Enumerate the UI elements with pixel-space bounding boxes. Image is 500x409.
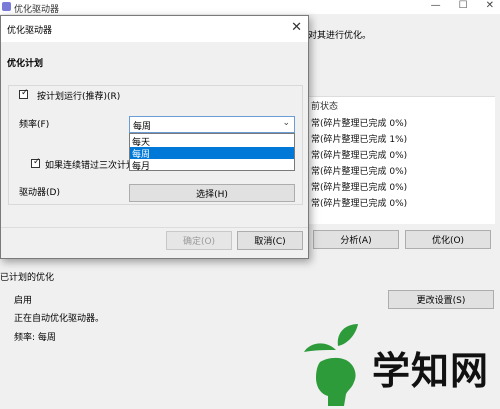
frequency-option-daily[interactable]: 每天 bbox=[130, 135, 294, 148]
frequency-options-list[interactable]: 每天 每周 每月 bbox=[129, 133, 295, 172]
check-icon: ✓ bbox=[33, 157, 41, 167]
cancel-button[interactable]: 取消(C) bbox=[237, 231, 303, 250]
chevron-down-icon[interactable]: ⌄ bbox=[282, 118, 290, 128]
optimize-schedule-dialog: 优化驱动器 ✕ 优化计划 ✓ 按计划运行(推荐)(R) 频率(F) 每周 ⌄ 每… bbox=[0, 15, 309, 259]
check-icon: ✓ bbox=[21, 88, 29, 98]
dialog-titlebar: 优化驱动器 ✕ bbox=[1, 16, 308, 42]
window-description: 对其进行优化。 bbox=[308, 31, 372, 41]
scheduled-section-label: 已计划的优化 bbox=[0, 273, 55, 283]
close-icon[interactable]: ✕ bbox=[486, 0, 494, 14]
choose-drives-button[interactable]: 选择(H) bbox=[129, 184, 295, 202]
frequency-select[interactable]: 每周 ⌄ bbox=[129, 116, 295, 133]
minimize-icon[interactable]: — bbox=[431, 0, 441, 14]
column-header-status[interactable]: 前状态 bbox=[311, 99, 338, 112]
app-icon bbox=[2, 2, 11, 11]
dialog-title: 优化驱动器 bbox=[7, 26, 53, 36]
scheduled-status: 启用 bbox=[14, 296, 33, 306]
frequency-option-monthly[interactable]: 每月 bbox=[130, 159, 294, 172]
change-settings-button[interactable]: 更改设置(S) bbox=[388, 290, 494, 309]
frequency-select-value: 每周 bbox=[133, 122, 152, 132]
drive-row[interactable]: 常(碎片整理已完成 0%) bbox=[311, 148, 407, 161]
frequency-label: 频率(F) bbox=[19, 120, 50, 130]
drive-row[interactable]: 常(碎片整理已完成 0%) bbox=[311, 180, 407, 193]
drive-row[interactable]: 常(碎片整理已完成 0%) bbox=[311, 116, 407, 129]
analyze-button[interactable]: 分析(A) bbox=[313, 230, 399, 249]
drive-row[interactable]: 常(碎片整理已完成 0%) bbox=[311, 196, 407, 209]
bg-titlebar: 优化驱动器 — ☐ ✕ bbox=[0, 0, 500, 15]
notify-missed-checkbox[interactable]: ✓ bbox=[31, 157, 41, 168]
scheduled-description: 正在自动优化驱动器。 bbox=[14, 314, 105, 324]
run-on-schedule-checkbox[interactable]: ✓ bbox=[19, 88, 29, 99]
maximize-icon[interactable]: ☐ bbox=[459, 0, 468, 14]
scheduled-frequency: 频率: 每周 bbox=[14, 333, 56, 343]
ok-button[interactable]: 确定(O) bbox=[166, 231, 232, 250]
notify-missed-label[interactable]: 如果连续错过三次计划 bbox=[45, 158, 129, 171]
leaf-head-icon bbox=[304, 324, 358, 406]
frequency-option-weekly[interactable]: 每周 bbox=[130, 147, 294, 160]
watermark-text: 学知网 bbox=[372, 348, 490, 393]
plan-heading: 优化计划 bbox=[7, 59, 44, 69]
drive-row[interactable]: 常(碎片整理已完成 1%) bbox=[311, 132, 407, 145]
schedule-group: ✓ 按计划运行(推荐)(R) 频率(F) 每周 ⌄ 每天 每周 每月 ✓ 如果连… bbox=[8, 85, 303, 205]
optimize-button[interactable]: 优化(O) bbox=[405, 230, 491, 249]
drive-list[interactable]: 前状态 常(碎片整理已完成 0%) 常(碎片整理已完成 1%) 常(碎片整理已完… bbox=[305, 96, 495, 224]
bg-window-title: 优化驱动器 bbox=[14, 5, 60, 15]
window-controls: — ☐ ✕ bbox=[431, 0, 494, 14]
drive-row[interactable]: 常(碎片整理已完成 0%) bbox=[311, 164, 407, 177]
watermark-logo: 学知网 bbox=[298, 320, 498, 409]
run-on-schedule-label[interactable]: 按计划运行(推荐)(R) bbox=[37, 89, 120, 102]
close-icon[interactable]: ✕ bbox=[291, 20, 302, 35]
dialog-separator bbox=[1, 227, 308, 228]
drives-label: 驱动器(D) bbox=[19, 188, 60, 198]
